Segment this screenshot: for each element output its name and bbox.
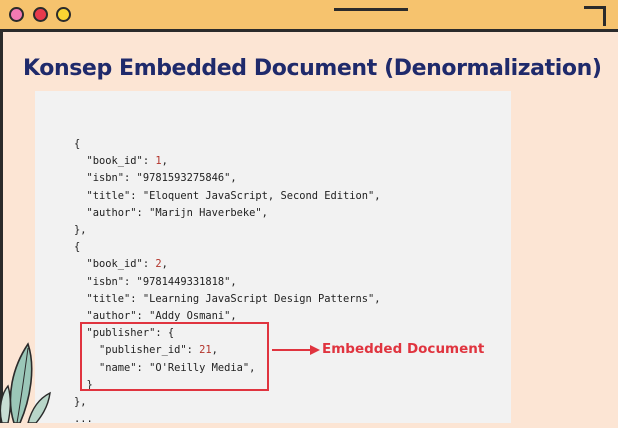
slide-title: Konsep Embedded Document (Denormalizatio… [23, 56, 602, 81]
code-number: 2 [155, 258, 162, 271]
code-line: }, [74, 396, 87, 409]
corner-bracket-decoration [584, 6, 606, 26]
code-line: ... [74, 413, 93, 426]
code-line: "book_id": 1, [74, 155, 168, 168]
code-line: "author": "Marijn Haverbeke", [74, 206, 268, 219]
embedded-highlight-box [80, 322, 269, 391]
code-line: "book_id": 2, [74, 258, 168, 271]
code-line: "isbn": "9781449331818", [74, 275, 237, 288]
embedded-document-label: Embedded Document [322, 341, 485, 357]
code-line: "title": "Eloquent JavaScript, Second Ed… [74, 189, 381, 202]
titlebar-line-decoration [334, 8, 408, 11]
code-line: { [74, 241, 81, 254]
code-line: }, [74, 224, 87, 237]
code-number: 1 [155, 155, 162, 168]
code-line: { [74, 138, 81, 150]
code-line: "isbn": "9781593275846", [74, 172, 237, 185]
yellow-dot-icon[interactable] [56, 7, 71, 22]
plant-decoration-icon [0, 342, 51, 423]
pink-dot-icon[interactable] [9, 7, 24, 22]
window-titlebar [0, 0, 618, 32]
code-line: "title": "Learning JavaScript Design Pat… [74, 292, 381, 305]
red-dot-icon[interactable] [33, 7, 48, 22]
arrow-icon [272, 345, 320, 355]
